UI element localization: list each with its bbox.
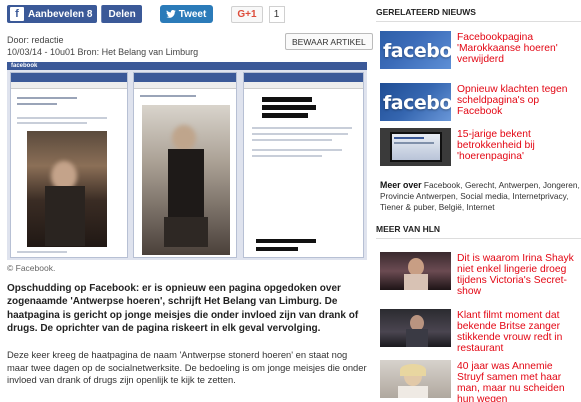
meer-over-tags: Meer over Facebook, Gerecht, Antwerpen, … [380,180,580,212]
facebook-recommend-label: Aanbevelen 8 [28,8,93,20]
facebook-logo-thumbnail: facebook [380,83,451,121]
meer-over-label: Meer over [380,180,422,190]
related-news-link[interactable]: 15-jarige bekent betrokkenheid bij 'hoer… [457,128,581,166]
tag-link[interactable]: Facebook [424,180,460,190]
google-plus-button[interactable]: G+1 [231,5,263,23]
more-news-item[interactable]: Dit is waarom Irina Shayk niet enkel lin… [380,252,581,297]
article-date-source: 10/03/14 - 10u01 Bron: Het Belang van Li… [7,47,199,57]
fb-post-photo [27,131,107,247]
tag-link[interactable]: België [439,202,462,212]
related-news-link[interactable]: Facebookpagina 'Marokkaanse hoeren' verw… [457,31,581,69]
article-author: Door: redactie [7,35,64,45]
fb-window-middle [133,72,237,258]
divider [376,238,581,239]
article-meta: Door: redactie 10/03/14 - 10u01 Bron: He… [7,34,198,58]
related-news-title: GERELATEERD NIEUWS [376,7,476,17]
divider [376,21,581,22]
google-plus-count: 1 [268,5,285,23]
fb-post-photo-2 [142,105,230,255]
more-news-link[interactable]: Klant filmt moment dat bekende Britse za… [457,309,581,354]
news-photo-thumbnail [380,360,451,398]
facebook-share-button[interactable]: Delen [101,5,142,23]
tag-link[interactable]: Antwerpen [499,180,539,190]
tag-link[interactable]: Internetprivacy [512,191,566,201]
fb-window-left [10,72,128,258]
tag-link[interactable]: Jongeren [543,180,578,190]
save-article-button[interactable]: BEWAAR ARTIKEL [285,33,373,50]
news-photo-thumbnail [380,309,451,347]
facebook-logo-thumbnail: facebook [380,31,451,69]
article-lead: Opschudding op Facebook: er is opnieuw e… [7,283,359,335]
related-news-link[interactable]: Opnieuw klachten tegen scheldpagina's op… [457,83,581,121]
tag-link[interactable]: Gerecht [465,180,495,190]
laptop-thumbnail [380,128,451,166]
related-news-item[interactable]: 15-jarige bekent betrokkenheid bij 'hoer… [380,128,581,166]
more-news-item[interactable]: Klant filmt moment dat bekende Britse za… [380,309,581,354]
related-news-item[interactable]: facebook Opnieuw klachten tegen scheldpa… [380,83,581,121]
fb-window-right [243,72,364,258]
share-bar: f Aanbevelen 8 Delen Tweet G+1 1 [7,4,285,24]
tag-link[interactable]: Tiener & puber [380,202,434,212]
tweet-label: Tweet [178,8,207,20]
more-news-item[interactable]: 40 jaar was Annemie Struyf samen met haa… [380,360,581,402]
facebook-icon: f [10,7,24,21]
tag-link[interactable]: Social media [460,191,508,201]
more-news-link[interactable]: Dit is waarom Irina Shayk niet enkel lin… [457,252,581,297]
tweet-button[interactable]: Tweet [159,5,214,23]
fb-mini-logo: facebook [11,63,38,69]
fb-header-strip [7,62,367,70]
tag-link[interactable]: Internet [466,202,494,212]
related-news-item[interactable]: facebook Facebookpagina 'Marokkaanse hoe… [380,31,581,69]
article-body: Deze keer kreeg de haatpagina de naam 'A… [7,349,367,386]
more-from-hln-title: MEER VAN HLN [376,224,441,234]
article-image[interactable]: facebook [7,62,367,260]
twitter-bird-icon [165,10,176,18]
image-caption: © Facebook. [7,263,56,273]
more-news-link[interactable]: 40 jaar was Annemie Struyf samen met haa… [457,360,581,402]
facebook-recommend-button[interactable]: f Aanbevelen 8 [7,5,98,23]
tag-link[interactable]: Provincie Antwerpen [380,191,456,201]
news-photo-thumbnail [380,252,451,290]
